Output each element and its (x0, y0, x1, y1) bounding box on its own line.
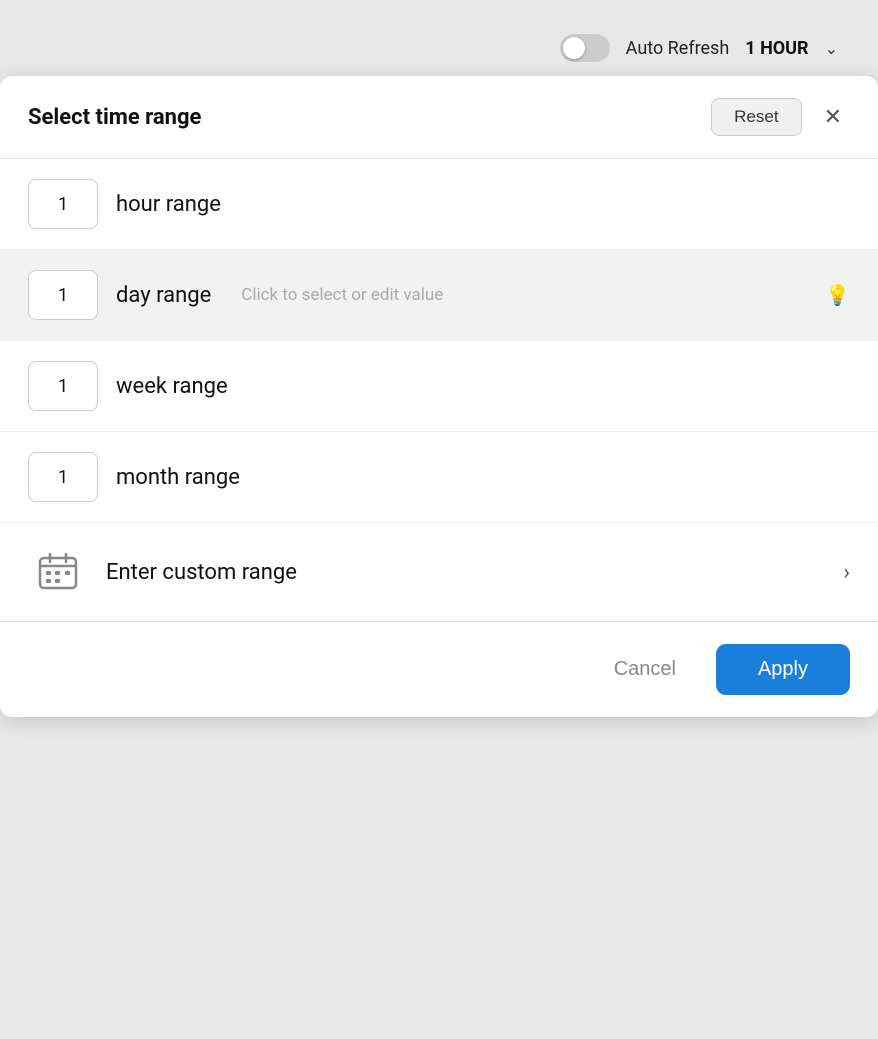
calendar-icon (28, 545, 88, 599)
hour-value-input[interactable]: 1 (28, 179, 98, 229)
chevron-down-icon[interactable]: ⌄ (825, 39, 838, 58)
hour-range-label: hour range (116, 192, 221, 217)
custom-range-label: Enter custom range (106, 560, 825, 585)
modal-header: Select time range Reset ✕ (0, 76, 878, 159)
reset-button[interactable]: Reset (711, 98, 801, 136)
day-range-hint: Click to select or edit value (241, 285, 443, 305)
day-range-label: day range (116, 283, 211, 308)
auto-refresh-toggle-wrapper[interactable] (560, 34, 610, 62)
time-range-modal: Select time range Reset ✕ 1 hour range 1… (0, 76, 878, 717)
apply-button[interactable]: Apply (716, 644, 850, 695)
week-range-row[interactable]: 1 week range (0, 341, 878, 432)
header-actions: Reset ✕ (711, 98, 850, 136)
auto-refresh-label: Auto Refresh (626, 38, 730, 59)
cancel-button[interactable]: Cancel (592, 646, 698, 693)
modal-footer: Cancel Apply (0, 621, 878, 717)
top-bar: Auto Refresh 1 HOUR ⌄ (0, 20, 878, 76)
hour-label: 1 HOUR (745, 38, 808, 59)
month-range-label: month range (116, 465, 240, 490)
month-value-input[interactable]: 1 (28, 452, 98, 502)
lightbulb-icon: 💡 (825, 283, 850, 307)
toggle-knob (563, 37, 585, 59)
day-range-row[interactable]: 1 day range Click to select or edit valu… (0, 250, 878, 341)
month-range-row[interactable]: 1 month range (0, 432, 878, 523)
day-value-input[interactable]: 1 (28, 270, 98, 320)
hour-range-row[interactable]: 1 hour range (0, 159, 878, 250)
modal-body: 1 hour range 1 day range Click to select… (0, 159, 878, 621)
auto-refresh-toggle[interactable] (560, 34, 610, 62)
week-range-label: week range (116, 374, 228, 399)
close-button[interactable]: ✕ (816, 102, 850, 132)
week-value-input[interactable]: 1 (28, 361, 98, 411)
chevron-right-icon: › (843, 560, 850, 585)
custom-range-row[interactable]: Enter custom range › (0, 523, 878, 621)
modal-title: Select time range (28, 105, 201, 130)
